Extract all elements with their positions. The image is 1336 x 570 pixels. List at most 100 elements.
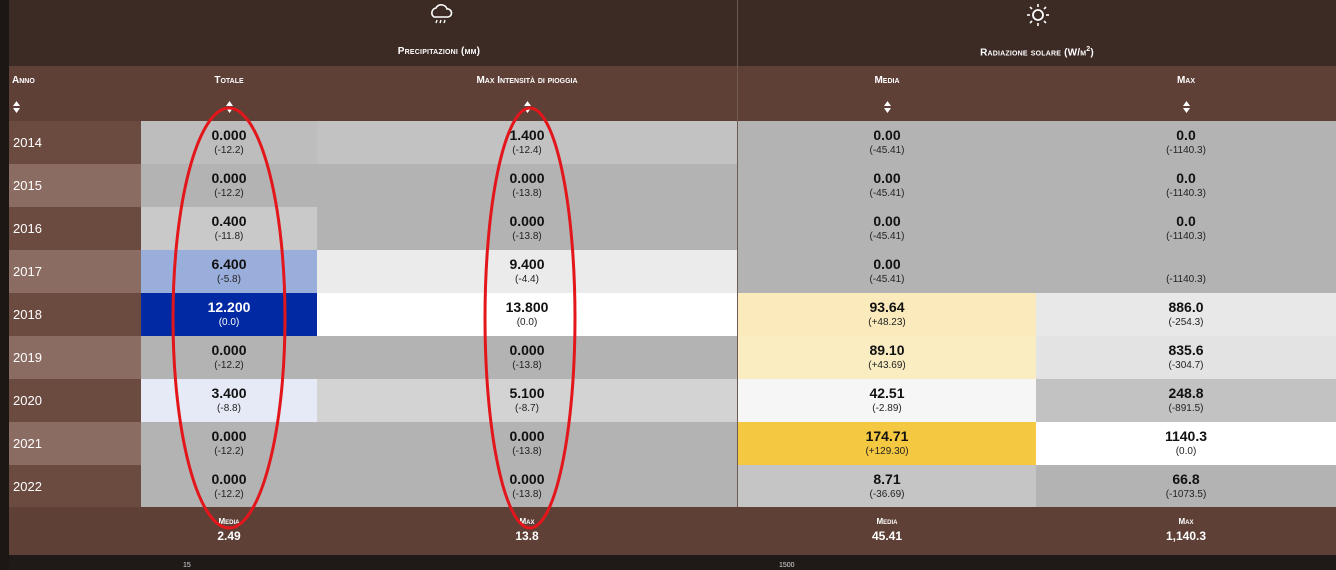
- max-cell: 0.0 (-1140.3): [1036, 121, 1336, 164]
- col-label-year: Anno: [12, 75, 35, 86]
- cell-value: 0.00: [873, 256, 901, 272]
- footer-totale: Media 2.49: [141, 517, 317, 543]
- cell-delta: (-891.5): [1168, 403, 1204, 414]
- cell-delta: (-45.41): [869, 274, 905, 285]
- footer-max: Max 1,140.3: [1036, 517, 1336, 543]
- cell-value: 0.0: [1176, 127, 1196, 143]
- media-cell: 0.00 (-45.41): [738, 207, 1036, 250]
- media-cell: 174.71 (+129.30): [738, 422, 1036, 465]
- cell-value: 0.000: [211, 342, 247, 358]
- cell-value: 0.000: [211, 471, 247, 487]
- cell-delta: (-2.89): [872, 403, 902, 414]
- table-row: 2016 0.400 (-11.8) 0.000 (-13.8) 0.00 (-45.41)…: [9, 207, 1336, 250]
- col-header-media[interactable]: Media: [738, 66, 1036, 121]
- cell-value: 93.64: [869, 299, 905, 315]
- cell-value: 66.8: [1172, 471, 1200, 487]
- year-cell: 2021: [9, 422, 141, 465]
- cell-delta: (0.0): [1175, 446, 1197, 457]
- media-cell: 0.00 (-45.41): [738, 121, 1036, 164]
- cell-delta: (-1073.5): [1165, 489, 1207, 500]
- col-label-media: Media: [874, 75, 900, 86]
- totale-cell: 6.400 (-5.8): [141, 250, 317, 293]
- col-header-year[interactable]: Anno: [9, 66, 141, 121]
- footer-max-intensita: Max 13.8: [317, 517, 737, 543]
- footer-value: 2.49: [217, 529, 241, 543]
- sort-icon[interactable]: [12, 100, 21, 114]
- max-int-cell: 13.800 (0.0): [317, 293, 737, 336]
- sort-icon[interactable]: [523, 100, 532, 114]
- cell-value: 248.8: [1168, 385, 1204, 401]
- cell-value: 3.400: [211, 385, 247, 401]
- cell-value: 9.400: [509, 256, 545, 272]
- cell-delta: (+43.69): [868, 360, 906, 371]
- media-cell: 8.71 (-36.69): [738, 465, 1036, 508]
- cell-value: 0.0: [1176, 170, 1196, 186]
- cell-delta: (-8.7): [515, 403, 539, 414]
- cell-value: 8.71: [873, 471, 901, 487]
- cell-delta: (-1140.3): [1166, 188, 1206, 199]
- cell-delta: (-1140.3): [1166, 145, 1206, 156]
- cell-value: 1140.3: [1164, 428, 1208, 444]
- col-header-max-intensita[interactable]: Max Intensità di pioggia: [317, 66, 737, 121]
- max-cell: 886.0 (-254.3): [1036, 293, 1336, 336]
- cell-value: 0.000: [509, 213, 545, 229]
- max-int-cell: 0.000 (-13.8): [317, 207, 737, 250]
- col-label-max: Max: [1176, 75, 1196, 86]
- cell-delta: (-36.69): [869, 489, 905, 500]
- footer-value: 1,140.3: [1165, 529, 1207, 543]
- totale-cell: 3.400 (-8.8): [141, 379, 317, 422]
- cell-delta: (0.0): [218, 317, 240, 328]
- totale-cell: 0.000 (-12.2): [141, 164, 317, 207]
- table-row: 2019 0.000 (-12.2) 0.000 (-13.8) 89.10 (+43.69…: [9, 336, 1336, 379]
- sort-icon[interactable]: [1182, 100, 1191, 114]
- totale-cell: 0.000 (-12.2): [141, 422, 317, 465]
- footer-value: 13.8: [515, 529, 539, 543]
- sun-icon: [1027, 4, 1049, 26]
- table-row: 2017 6.400 (-5.8) 9.400 (-4.4) 0.00 (-45.41) 0(…: [9, 250, 1336, 293]
- max-int-cell: 0.000 (-13.8): [317, 164, 737, 207]
- totale-cell: 0.000 (-12.2): [141, 465, 317, 508]
- cell-value: 0.00: [873, 170, 901, 186]
- cell-value: 0.000: [509, 342, 545, 358]
- max-cell: 248.8 (-891.5): [1036, 379, 1336, 422]
- cell-value: 42.51: [869, 385, 905, 401]
- table-row: 2014 0.000 (-12.2) 1.400 (-12.4) 0.00 (-45.41)…: [9, 121, 1336, 164]
- year-cell: 2014: [9, 121, 141, 164]
- table-row: 2015 0.000 (-12.2) 0.000 (-13.8) 0.00 (-45.41)…: [9, 164, 1336, 207]
- chart-axis-label-right: 1500: [779, 562, 795, 569]
- col-header-max[interactable]: Max: [1036, 66, 1336, 121]
- cell-value: 174.71: [865, 428, 909, 444]
- totale-cell: 0.400 (-11.8): [141, 207, 317, 250]
- sort-icon[interactable]: [883, 100, 892, 114]
- cell-delta: (-13.8): [512, 360, 542, 371]
- totale-cell: 0.000 (-12.2): [141, 121, 317, 164]
- chart-strip: [9, 555, 1336, 570]
- cell-delta: (-13.8): [512, 231, 542, 242]
- cell-delta: (-304.7): [1168, 360, 1204, 371]
- cell-value: 13.800: [505, 299, 549, 315]
- cell-delta: (-12.2): [214, 145, 244, 156]
- cell-value: 0.000: [211, 127, 247, 143]
- col-header-totale[interactable]: Totale: [141, 66, 317, 121]
- col-label-max-intensita: Max Intensità di pioggia: [476, 75, 578, 86]
- media-cell: 89.10 (+43.69): [738, 336, 1036, 379]
- cell-value: 1.400: [509, 127, 545, 143]
- table-row: 2018 12.200 (0.0) 13.800 (0.0) 93.64 (+48.23) 8…: [9, 293, 1336, 336]
- footer-label: Max: [1178, 517, 1194, 526]
- max-cell: 0.0 (-1140.3): [1036, 164, 1336, 207]
- cell-delta: (-13.8): [512, 446, 542, 457]
- max-int-cell: 0.000 (-13.8): [317, 465, 737, 508]
- cell-delta: (-45.41): [869, 231, 905, 242]
- cell-delta: (-11.8): [214, 231, 244, 242]
- cell-delta: (-13.8): [512, 188, 542, 199]
- cell-delta: (-5.8): [217, 274, 241, 285]
- max-int-cell: 5.100 (-8.7): [317, 379, 737, 422]
- max-cell: 0.0 (-1140.3): [1036, 207, 1336, 250]
- cell-value: 0.000: [509, 471, 545, 487]
- sort-icon[interactable]: [225, 100, 234, 114]
- cell-value: 0.0: [1176, 213, 1196, 229]
- cell-delta: (+129.30): [865, 446, 909, 457]
- footer-media: Media 45.41: [738, 517, 1036, 543]
- cell-value: 835.6: [1168, 342, 1204, 358]
- max-int-cell: 0.000 (-13.8): [317, 422, 737, 465]
